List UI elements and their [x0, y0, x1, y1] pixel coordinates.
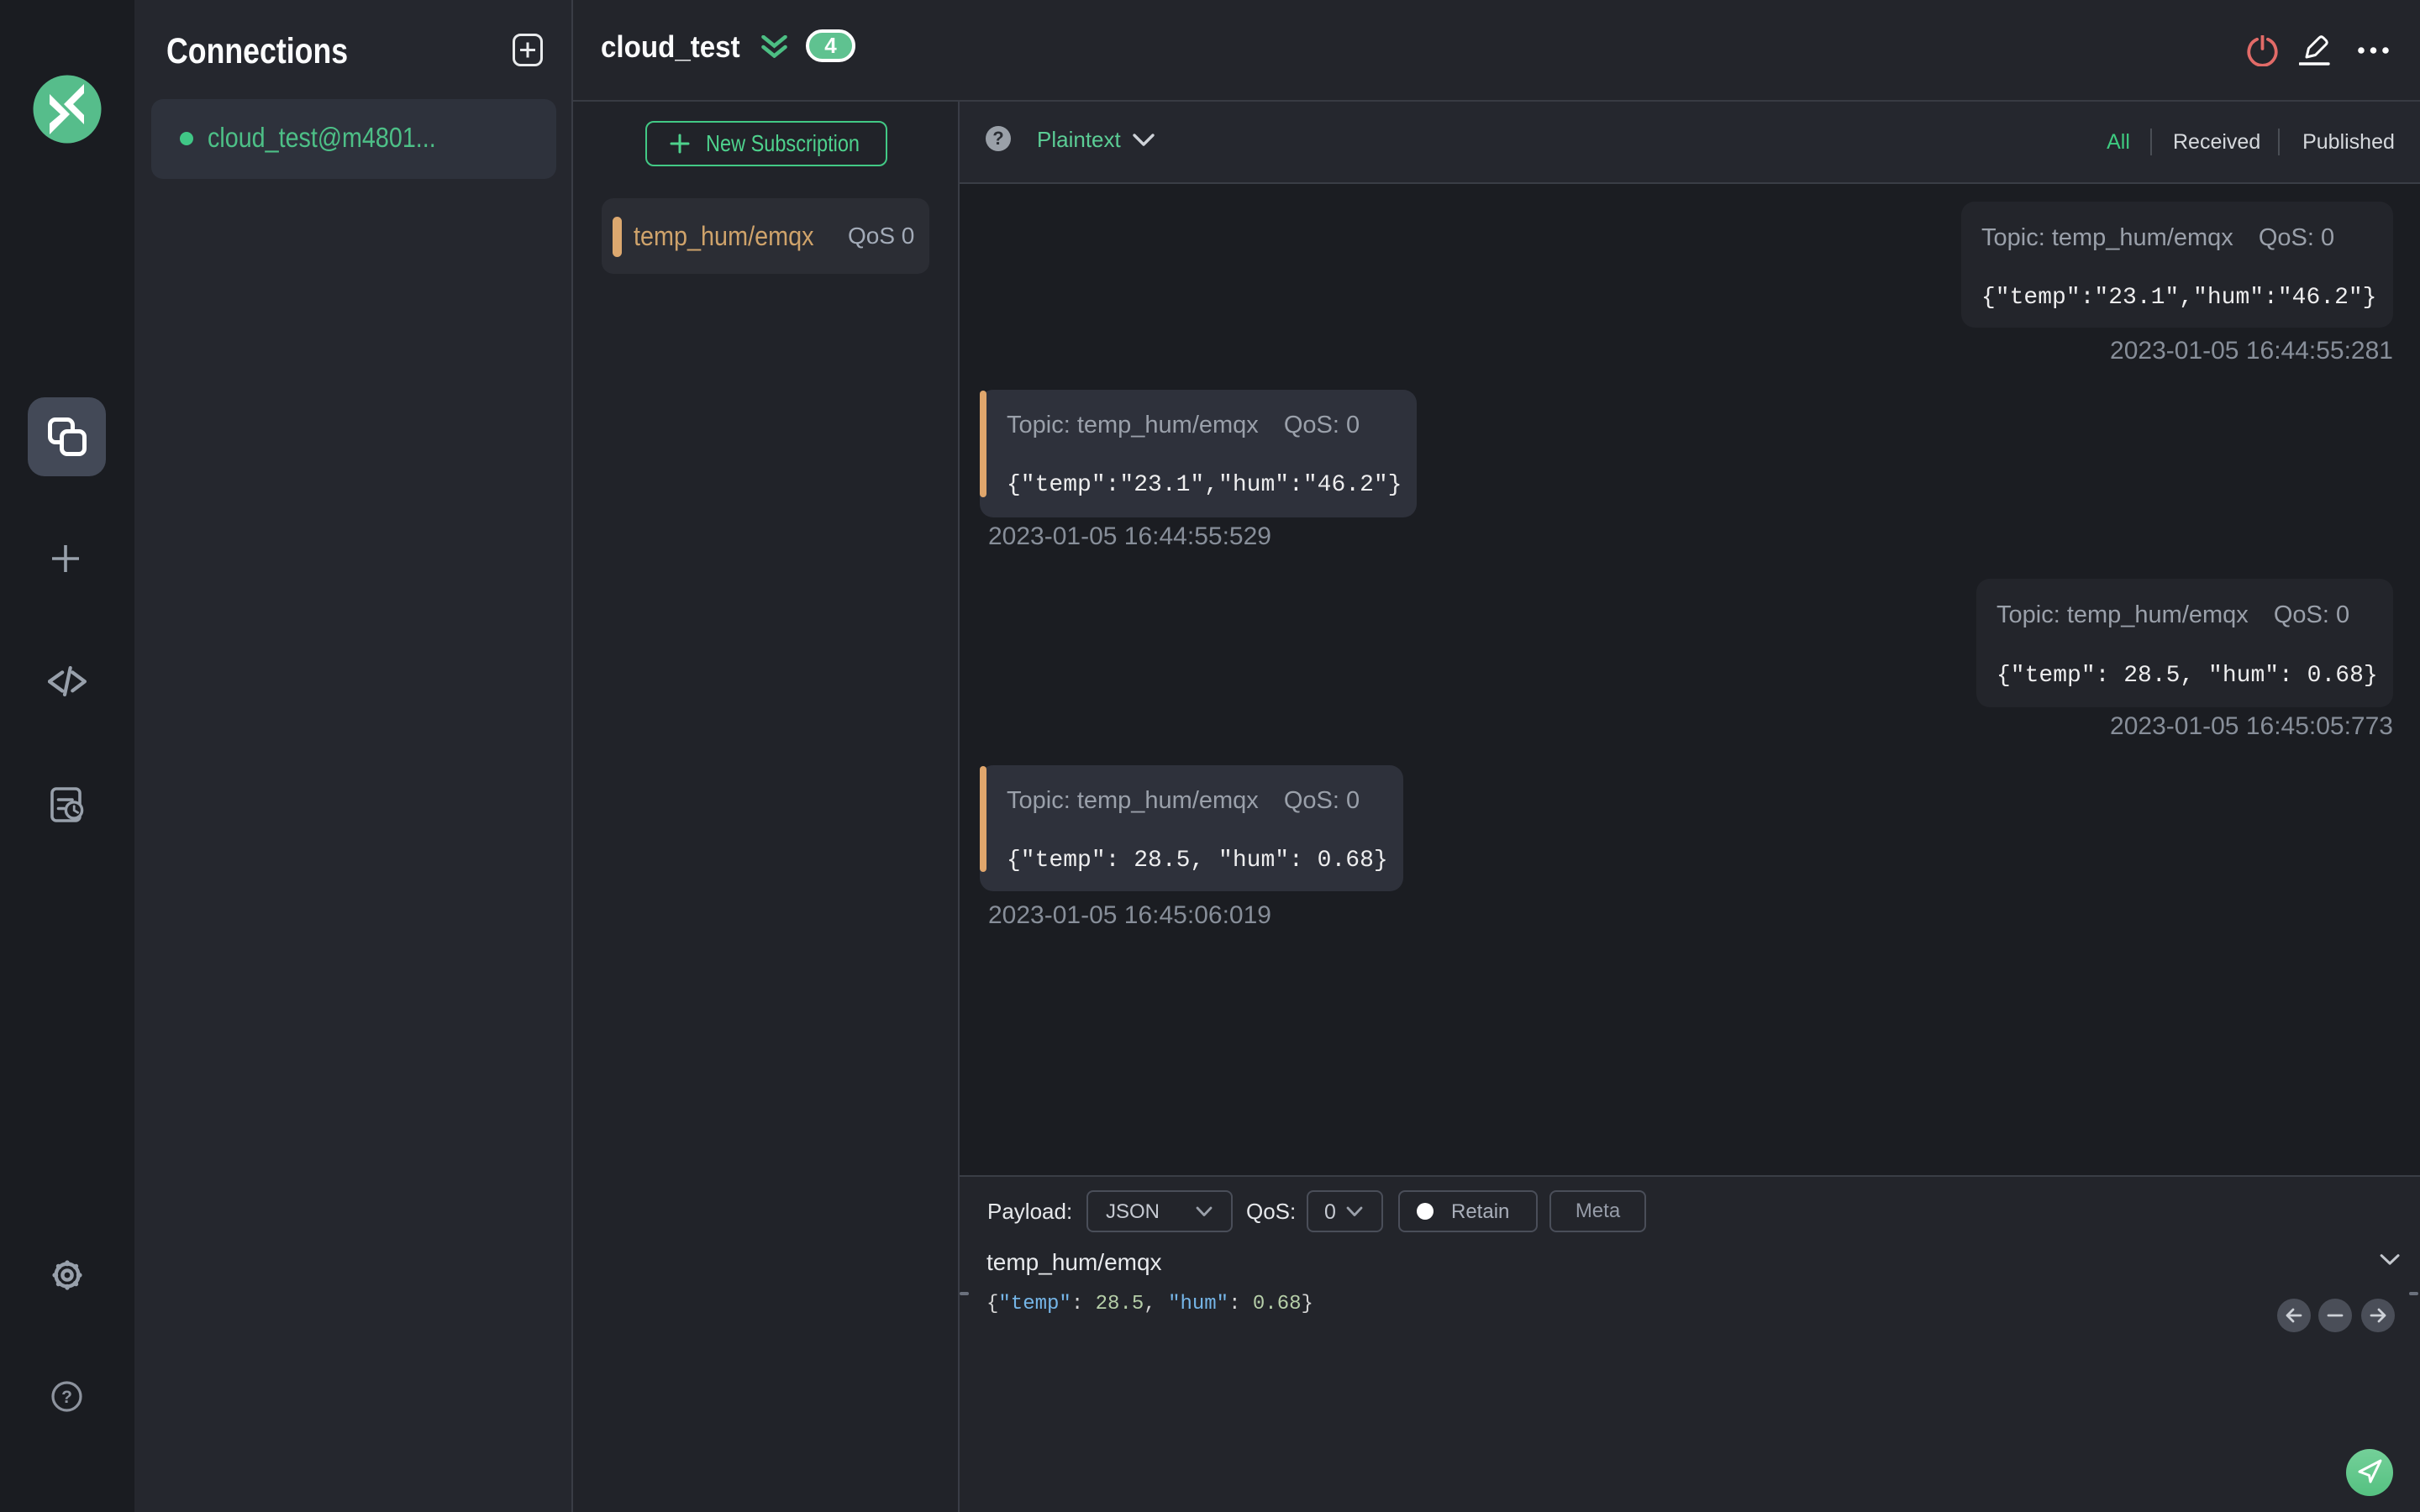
svg-text:?: ? — [61, 1388, 72, 1407]
